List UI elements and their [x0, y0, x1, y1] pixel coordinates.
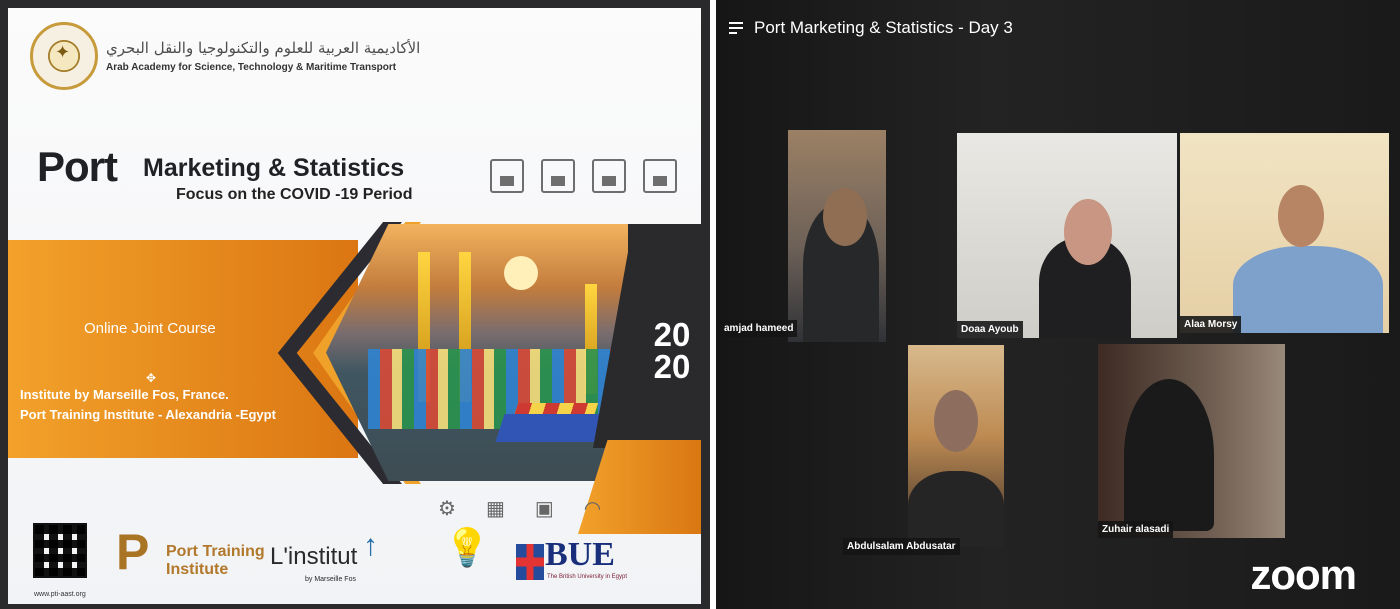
- participant-face: [823, 188, 867, 246]
- institute-line-1: Institute by Marseille Fos, France.: [20, 387, 229, 402]
- linstitut-subtitle: by Marseille Fos: [305, 576, 356, 583]
- port-training-institute-name: Port Training Institute: [166, 543, 265, 578]
- participant-video: [908, 471, 1004, 547]
- meeting-menu-icon[interactable]: [729, 21, 744, 35]
- academy-seal-icon: ✦: [30, 22, 98, 90]
- union-flag-icon: [516, 544, 544, 580]
- industry-icons: [490, 159, 677, 193]
- wifi-icon: ◠: [583, 498, 602, 520]
- participant-face: [1064, 199, 1112, 265]
- linstitut-logo-text: L'institut: [270, 543, 358, 570]
- participant-tile[interactable]: [788, 130, 886, 342]
- chip-icon: ▣: [534, 498, 554, 520]
- conference-slide-photo: ✦ الأكاديمية العربية للعلوم والتكنولوجيا…: [0, 0, 710, 609]
- participant-face: [934, 390, 978, 452]
- participant-name: amjad hameed: [720, 320, 798, 337]
- course-year: 20 20: [648, 316, 696, 385]
- course-type: Online Joint Course: [84, 320, 216, 337]
- port-training-institute-logo-icon: P: [116, 524, 150, 580]
- zoom-logo: zoom: [1250, 551, 1357, 598]
- crane-icon: [541, 159, 575, 193]
- sun-icon: [504, 256, 538, 290]
- participant-video: [1233, 246, 1383, 333]
- participant-name: Doaa Ayoub: [957, 321, 1023, 338]
- participant-tile[interactable]: [908, 345, 1004, 547]
- qr-code-icon: [33, 523, 87, 578]
- participant-face: [1278, 185, 1324, 247]
- technology-icons: ⚙ ▦ ▣ ◠: [438, 496, 601, 521]
- gears-icon: ⚙: [438, 498, 456, 520]
- upward-arrow-icon: ↑: [363, 529, 378, 562]
- participant-tile[interactable]: Doaa Ayoub: [957, 133, 1177, 338]
- slide-subtitle: Focus on the COVID -19 Period: [176, 186, 413, 203]
- institute-line-2: Port Training Institute - Alexandria -Eg…: [20, 407, 276, 422]
- participant-tile[interactable]: Alaa Morsy: [1180, 133, 1389, 333]
- factory-icon: [490, 159, 524, 193]
- conveyor-icon: ▦: [485, 498, 505, 520]
- institute-lines: Institute by Marseille Fos, France. Port…: [20, 385, 276, 425]
- robot-arm-icon: [643, 159, 677, 193]
- participant-name: Abdulsalam Abdusatar: [843, 538, 960, 555]
- academy-english-title: Arab Academy for Science, Technology & M…: [106, 62, 397, 73]
- year-top: 20: [653, 316, 691, 353]
- participant-name: Alaa Morsy: [1180, 316, 1242, 333]
- year-bottom: 20: [653, 348, 691, 385]
- slide-title: Marketing & Statistics: [143, 154, 405, 182]
- bue-subtitle: The British University in Egypt: [547, 574, 628, 580]
- meeting-title-bar: Port Marketing & Statistics - Day 3: [729, 18, 1013, 38]
- academy-header: ✦ الأكاديمية العربية للعلوم والتكنولوجيا…: [30, 22, 420, 90]
- crosshair-icon: ✥: [146, 371, 157, 385]
- machine-icon: [592, 159, 626, 193]
- participant-tile[interactable]: Zuhair alasadi: [1098, 344, 1285, 538]
- academy-arabic-title: الأكاديمية العربية للعلوم والتكنولوجيا و…: [106, 39, 421, 57]
- meeting-title: Port Marketing & Statistics - Day 3: [754, 18, 1013, 37]
- participant-video: [1124, 379, 1214, 531]
- zoom-meeting-window: Port Marketing & Statistics - Day 3 amja…: [716, 0, 1400, 609]
- slide-title-port: Port: [37, 143, 118, 190]
- presentation-slide: ✦ الأكاديمية العربية للعلوم والتكنولوجيا…: [8, 8, 701, 604]
- bue-logo-text: BUE: [545, 536, 615, 573]
- lightbulb-logo-icon: 💡: [443, 527, 491, 568]
- orange-course-banner: [8, 240, 358, 458]
- participant-name: Zuhair alasadi: [1098, 521, 1174, 538]
- port-container-photo: [326, 224, 638, 481]
- qr-url: www.pti-aast.org: [34, 591, 86, 598]
